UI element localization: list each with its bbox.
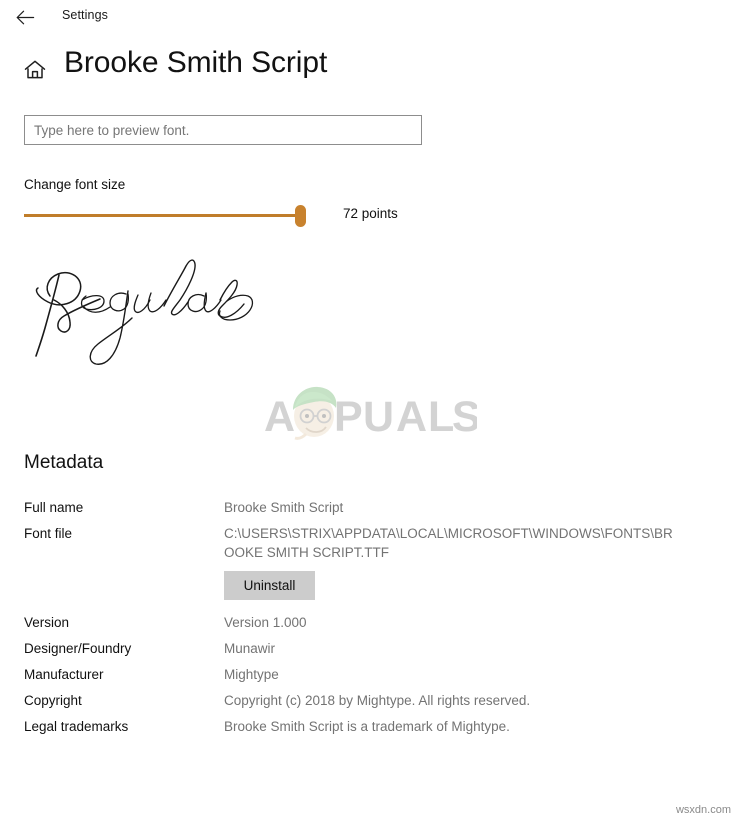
font-sample-preview: Regular	[14, 238, 434, 383]
back-button[interactable]	[11, 4, 39, 30]
footer-attribution: wsxdn.com	[675, 804, 731, 816]
metadata-heading: Metadata	[24, 452, 104, 473]
meta-value: Version 1.000	[224, 615, 307, 630]
uninstall-button[interactable]: Uninstall	[224, 571, 315, 600]
table-row: Version Version 1.000	[24, 613, 714, 632]
table-row: Font file C:\USERS\STRIX\APPDATA\LOCAL\M…	[24, 524, 714, 562]
svg-text:L: L	[428, 393, 454, 440]
meta-value: Mightype	[224, 667, 279, 682]
meta-label: Manufacturer	[24, 667, 104, 682]
table-row: Designer/Foundry Munawir	[24, 639, 714, 658]
appuals-watermark: A P U A L S	[262, 378, 477, 440]
meta-label: Legal trademarks	[24, 719, 129, 734]
svg-text:A: A	[264, 393, 295, 440]
font-size-slider[interactable]	[24, 205, 306, 227]
page-title: Brooke Smith Script	[64, 46, 328, 79]
font-size-label: Change font size	[24, 177, 126, 192]
meta-label: Full name	[24, 500, 84, 515]
page-header: Brooke Smith Script	[0, 46, 743, 96]
svg-text:U: U	[363, 393, 394, 440]
table-row: Full name Brooke Smith Script	[24, 498, 714, 517]
meta-label: Copyright	[24, 693, 82, 708]
svg-text:A: A	[396, 393, 427, 440]
metadata-table-bottom: Version Version 1.000 Designer/Foundry M…	[24, 613, 714, 743]
meta-label: Font file	[24, 526, 73, 541]
home-icon[interactable]	[22, 57, 48, 83]
meta-label: Version	[24, 615, 70, 630]
svg-text:S: S	[452, 393, 477, 440]
table-row: Copyright Copyright (c) 2018 by Mightype…	[24, 691, 714, 710]
back-arrow-icon	[16, 10, 35, 25]
font-size-value: 72 points	[343, 206, 398, 221]
slider-track[interactable]	[24, 214, 304, 217]
titlebar-label: Settings	[62, 8, 108, 22]
table-row: Legal trademarks Brooke Smith Script is …	[24, 717, 714, 736]
meta-value: Brooke Smith Script is a trademark of Mi…	[224, 719, 510, 734]
slider-thumb[interactable]	[295, 205, 306, 227]
meta-value: C:\USERS\STRIX\APPDATA\LOCAL\MICROSOFT\W…	[224, 526, 673, 560]
meta-value: Brooke Smith Script	[224, 500, 344, 515]
meta-label: Designer/Foundry	[24, 641, 132, 656]
svg-text:P: P	[334, 393, 363, 440]
titlebar: Settings	[0, 0, 743, 34]
appuals-face-logo	[293, 386, 337, 440]
font-preview-input[interactable]	[24, 115, 422, 145]
table-row: Manufacturer Mightype	[24, 665, 714, 684]
metadata-table-top: Full name Brooke Smith Script Font file …	[24, 498, 714, 571]
meta-value: Copyright (c) 2018 by Mightype. All righ…	[224, 693, 531, 708]
uninstall-button-wrap: Uninstall	[224, 571, 315, 600]
meta-value: Munawir	[224, 641, 276, 656]
